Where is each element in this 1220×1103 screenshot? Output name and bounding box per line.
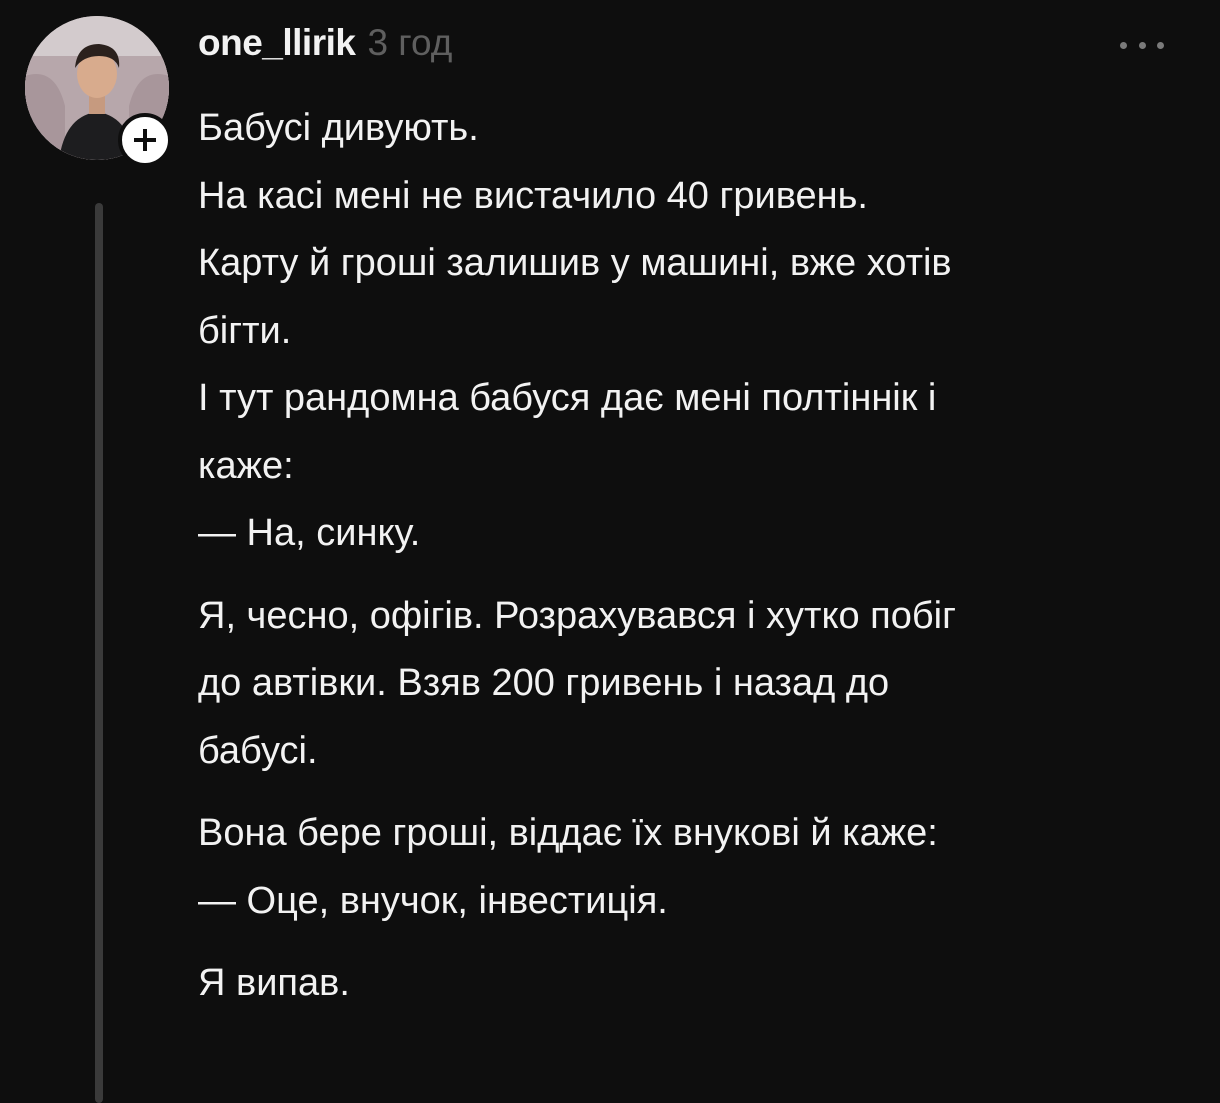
text-line: Карту й гроші залишив у машині, вже хоті…	[198, 242, 952, 284]
username[interactable]: one_llirik	[198, 22, 356, 64]
post-body: Бабусі дивують. На касі мені не вистачил…	[198, 95, 1198, 1033]
text-line: Я, чесно, офігів. Розрахувався і хутко п…	[198, 594, 956, 637]
text-line: І тут рандомна бабуся дає мені полтіннік…	[198, 377, 937, 419]
more-horizontal-icon-dot	[1138, 41, 1146, 49]
text-line: Бабусі дивують.	[198, 107, 479, 149]
text-line: Я випав.	[198, 962, 350, 1004]
post-header: one_llirik 3 год	[198, 22, 452, 72]
text-line: Вона бере гроші, віддає їх внукові й каж…	[198, 812, 938, 854]
plus-icon	[134, 129, 156, 151]
paragraph: Вона бере гроші, віддає їх внукові й каж…	[198, 800, 1198, 935]
more-horizontal-icon-dot	[1157, 41, 1164, 49]
follow-button[interactable]	[118, 113, 172, 167]
paragraph: Я, чесно, офігів. Розрахувався і хутко п…	[198, 583, 1198, 786]
text-line: бігти.	[198, 309, 292, 352]
text-line: до автівки. Взяв 200 гривень і назад до	[198, 662, 890, 704]
text-line: бабусі.	[198, 729, 318, 772]
text-line: — На, синку.	[198, 512, 421, 554]
paragraph: Бабусі дивують. На касі мені не вистачил…	[198, 95, 1198, 568]
text-line: — Оце, внучок, інвестиція.	[198, 879, 668, 922]
text-line: На касі мені не вистачило 40 гривень.	[198, 174, 868, 217]
timestamp: 3 год	[367, 22, 453, 63]
more-horizontal-icon	[1120, 41, 1127, 49]
thread-line	[95, 203, 103, 1103]
text-line: каже:	[198, 444, 294, 487]
more-options-button[interactable]	[1112, 30, 1172, 60]
paragraph: Я випав.	[198, 950, 1198, 1018]
